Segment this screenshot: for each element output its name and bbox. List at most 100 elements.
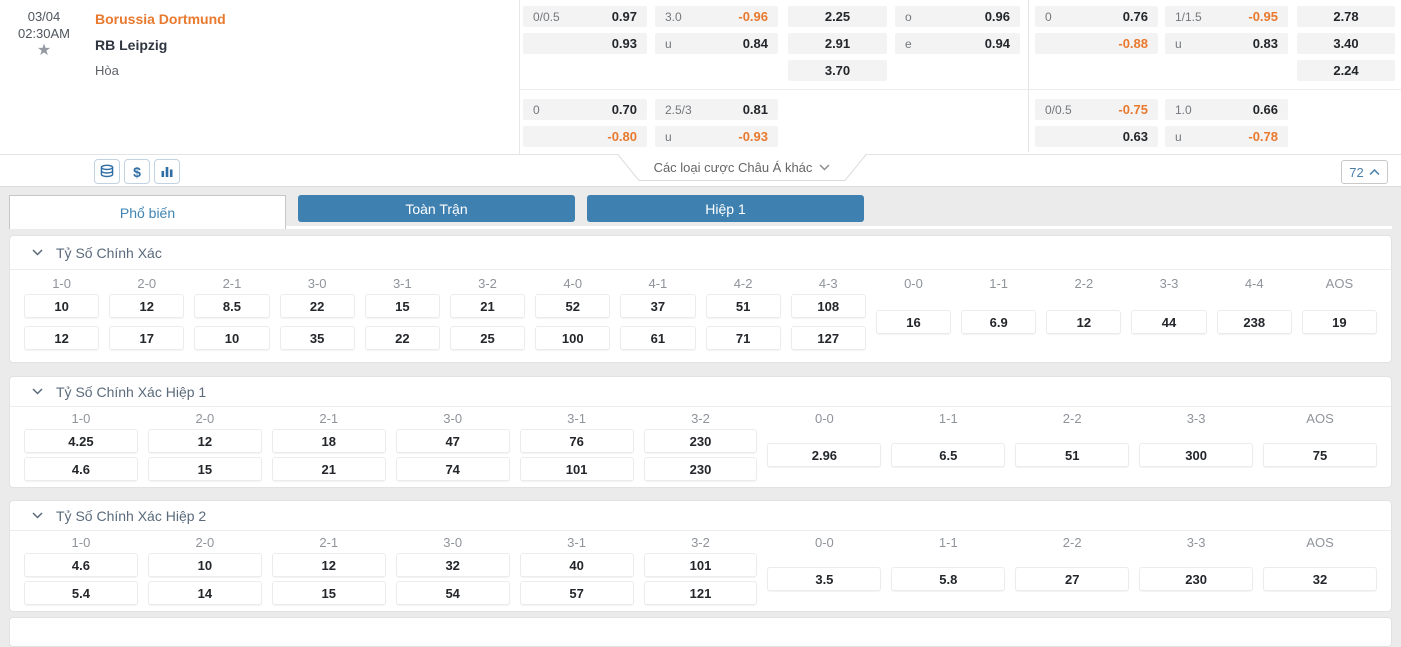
score-odds-cell[interactable]: 17 <box>109 326 185 350</box>
score-odds-cell[interactable]: 108 <box>790 294 866 318</box>
score-odds-cell[interactable]: 300 <box>1139 443 1254 467</box>
score-odds-cell[interactable]: 47 <box>395 429 510 453</box>
score-odds-cell[interactable]: 230 <box>643 457 758 481</box>
odds-cell-over[interactable]: 1.0 0.66 <box>1165 99 1288 120</box>
under-label: u <box>1175 36 1182 51</box>
score-odds-cell[interactable]: 14 <box>147 581 262 605</box>
score-odds-cell[interactable]: 230 <box>643 429 758 453</box>
score-odds-cell[interactable]: 22 <box>364 326 440 350</box>
score-odds-cell[interactable]: 35 <box>279 326 355 350</box>
stack-icon[interactable] <box>94 159 120 184</box>
score-odds-cell[interactable]: 22 <box>279 294 355 318</box>
score-odds-cell[interactable]: 12 <box>271 553 386 577</box>
tab-popular[interactable]: Phổ biến <box>9 195 286 229</box>
score-odds-cell[interactable]: 32 <box>1263 567 1377 591</box>
more-asian-bets-dropdown[interactable]: Các loại cược Châu Á khác <box>617 154 867 182</box>
score-odds-cell[interactable]: 5.4 <box>24 581 138 605</box>
score-odds-cell[interactable]: 18 <box>271 429 386 453</box>
odds-cell-hdp-away[interactable]: -0.88 <box>1035 33 1158 54</box>
score-odds-cell[interactable]: 25 <box>449 326 526 350</box>
score-odds-cell[interactable]: 12 <box>109 294 185 318</box>
odds-cell-1x2-away[interactable]: 3.40 <box>1297 33 1395 54</box>
score-odds-cell[interactable]: 3.5 <box>767 567 882 591</box>
score-odds-cell[interactable]: 61 <box>620 326 696 350</box>
odds-cell-1x2-draw[interactable]: 3.70 <box>788 60 887 81</box>
score-odds-cell[interactable]: 15 <box>271 581 386 605</box>
score-odds-cell[interactable]: 40 <box>519 553 634 577</box>
score-odds-cell[interactable]: 101 <box>519 457 634 481</box>
score-odds-cell[interactable]: 5.8 <box>891 567 1006 591</box>
score-odds-cell[interactable]: 27 <box>1015 567 1130 591</box>
score-odds-cell[interactable]: 10 <box>24 294 100 318</box>
tab-full-match[interactable]: Toàn Trận <box>298 195 575 222</box>
score-odds-cell[interactable]: 12 <box>147 429 262 453</box>
score-odds-cell[interactable]: 32 <box>395 553 510 577</box>
odds-cell-over[interactable]: 1/1.5 -0.95 <box>1165 6 1288 27</box>
odds-cell-under[interactable]: u 0.83 <box>1165 33 1288 54</box>
score-odds-cell[interactable]: 101 <box>643 553 758 577</box>
score-odds-cell[interactable]: 76 <box>519 429 634 453</box>
score-odds-cell[interactable]: 238 <box>1216 310 1292 334</box>
score-odds-cell[interactable]: 15 <box>147 457 262 481</box>
score-odds-cell[interactable]: 15 <box>364 294 440 318</box>
score-odds-cell[interactable]: 8.5 <box>194 294 270 318</box>
odds-cell-even[interactable]: e 0.94 <box>895 33 1020 54</box>
tab-first-half[interactable]: Hiệp 1 <box>587 195 864 222</box>
score-odds-cell[interactable]: 4.6 <box>24 457 138 481</box>
score-column: 1-0 4.25 4.6 <box>19 409 143 481</box>
favorite-star-icon[interactable]: ★ <box>0 40 88 60</box>
score-odds-cell[interactable]: 19 <box>1301 310 1377 334</box>
odds-cell-over[interactable]: 3.0 -0.96 <box>655 6 778 27</box>
section-header[interactable]: Tỷ Số Chính Xác Hiệp 1 <box>10 377 1391 407</box>
score-odds-cell[interactable]: 12 <box>1046 310 1122 334</box>
score-odds-cell[interactable]: 6.9 <box>961 310 1037 334</box>
score-odds-cell[interactable]: 16 <box>875 310 952 334</box>
score-odds-cell[interactable]: 75 <box>1263 443 1377 467</box>
odds-cell-1x2-draw[interactable]: 2.24 <box>1297 60 1395 81</box>
score-odds-cell[interactable]: 127 <box>790 326 866 350</box>
odds-cell-hdp-home[interactable]: 0 0.76 <box>1035 6 1158 27</box>
odds-cell-under[interactable]: u -0.78 <box>1165 126 1288 147</box>
section-header[interactable]: Tỷ Số Chính Xác <box>10 236 1391 270</box>
score-odds-cell[interactable]: 10 <box>147 553 262 577</box>
odds-cell-hdp-home[interactable]: 0 0.70 <box>523 99 647 120</box>
score-odds-cell[interactable]: 121 <box>643 581 758 605</box>
score-odds-cell[interactable]: 4.25 <box>24 429 138 453</box>
score-odds-cell[interactable]: 51 <box>705 294 781 318</box>
odds-cell-hdp-away[interactable]: 0.93 <box>523 33 647 54</box>
score-odds-cell[interactable]: 52 <box>535 294 611 318</box>
odds-cell-1x2-home[interactable]: 2.25 <box>788 6 887 27</box>
score-cells: 4.6 5.4 <box>24 553 138 605</box>
score-odds-cell[interactable]: 10 <box>194 326 270 350</box>
score-odds-cell[interactable]: 12 <box>24 326 100 350</box>
odds-cell-odd[interactable]: o 0.96 <box>895 6 1020 27</box>
score-odds-cell[interactable]: 51 <box>1015 443 1130 467</box>
odds-cell-under[interactable]: u -0.93 <box>655 126 778 147</box>
odds-cell-1x2-home[interactable]: 2.78 <box>1297 6 1395 27</box>
odds-cell-1x2-away[interactable]: 2.91 <box>788 33 887 54</box>
score-odds-cell[interactable]: 4.6 <box>24 553 138 577</box>
odds-cell-hdp-home[interactable]: 0/0.5 -0.75 <box>1035 99 1158 120</box>
score-odds-cell[interactable]: 21 <box>271 457 386 481</box>
odds-value: 0.81 <box>742 102 768 117</box>
score-odds-cell[interactable]: 74 <box>395 457 510 481</box>
odds-cell-hdp-away[interactable]: -0.80 <box>523 126 647 147</box>
score-odds-cell[interactable]: 6.5 <box>891 443 1006 467</box>
score-odds-cell[interactable]: 100 <box>535 326 611 350</box>
score-odds-cell[interactable]: 54 <box>395 581 510 605</box>
odds-cell-over[interactable]: 2.5/3 0.81 <box>655 99 778 120</box>
score-odds-cell[interactable]: 21 <box>449 294 526 318</box>
score-odds-cell[interactable]: 44 <box>1131 310 1207 334</box>
score-odds-cell[interactable]: 37 <box>620 294 696 318</box>
score-odds-cell[interactable]: 71 <box>705 326 781 350</box>
market-count-collapse-button[interactable]: 72 <box>1341 160 1388 184</box>
odds-cell-hdp-away[interactable]: 0.63 <box>1035 126 1158 147</box>
dollar-icon[interactable]: $ <box>124 159 150 184</box>
odds-cell-hdp-home[interactable]: 0/0.5 0.97 <box>523 6 647 27</box>
score-odds-cell[interactable]: 230 <box>1139 567 1254 591</box>
odds-cell-under[interactable]: u 0.84 <box>655 33 778 54</box>
score-odds-cell[interactable]: 57 <box>519 581 634 605</box>
section-header[interactable]: Tỷ Số Chính Xác Hiệp 2 <box>10 501 1391 531</box>
score-odds-cell[interactable]: 2.96 <box>767 443 882 467</box>
bar-chart-icon[interactable] <box>154 159 180 184</box>
